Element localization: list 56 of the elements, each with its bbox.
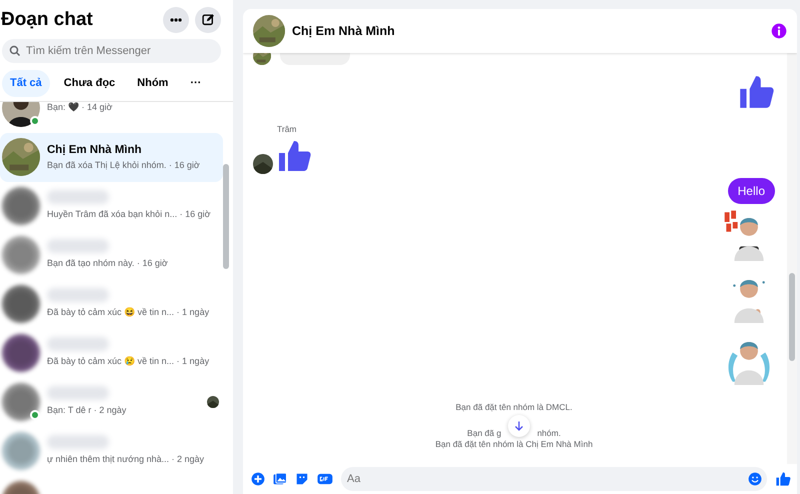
more-button[interactable] bbox=[163, 6, 189, 32]
scroll-down-button[interactable] bbox=[508, 415, 530, 437]
sticker-icon[interactable] bbox=[295, 472, 309, 486]
avatar bbox=[2, 236, 40, 274]
conversation-item[interactable]: ự nhiên thêm thịt nướng nhà... · 2 ngày bbox=[0, 426, 223, 476]
system-message: Bạn đã đặt tên nhóm là Chị Em Nhà Mình bbox=[435, 440, 593, 448]
emoji-icon[interactable] bbox=[748, 472, 762, 486]
arrow-down-icon bbox=[513, 420, 526, 432]
filter-tab[interactable]: ··· bbox=[182, 70, 210, 96]
message-preview: Đã bày tỏ cảm xúc 😆 về tin n... · 1 ngày bbox=[47, 306, 210, 320]
chat-title: Chị Em Nhà Mình bbox=[292, 22, 396, 40]
sender-name: Trâm bbox=[277, 125, 298, 134]
conversation-item[interactable]: Đã bày tỏ cảm xúc 😢 về tin n... · 1 ngày bbox=[0, 328, 223, 378]
message-preview: ự nhiên thêm thịt nướng nhà... · 2 ngày bbox=[47, 453, 206, 466]
filter-tab[interactable]: Chưa đọc bbox=[56, 70, 124, 96]
avatar bbox=[2, 285, 40, 323]
conversation-item[interactable]: Bạn: 🖤 · 14 giờ bbox=[0, 102, 223, 132]
image-icon[interactable] bbox=[273, 472, 287, 486]
more-icon bbox=[170, 18, 182, 22]
scrollbar-thumb[interactable] bbox=[789, 273, 795, 361]
avatar bbox=[2, 383, 40, 421]
avatar bbox=[2, 187, 40, 225]
group-avatar bbox=[253, 15, 285, 47]
system-message: Bạn đã đặt tên nhóm là DMCL. bbox=[456, 402, 572, 411]
search-field[interactable]: Tìm kiếm trên Messenger bbox=[2, 39, 221, 63]
compose-icon bbox=[202, 13, 214, 26]
gif-icon[interactable] bbox=[317, 472, 333, 486]
like-icon[interactable] bbox=[775, 471, 791, 487]
conversation-name: Chị Em Nhà Mình bbox=[47, 142, 143, 158]
compose-button[interactable] bbox=[195, 6, 221, 32]
search-icon bbox=[9, 45, 21, 57]
conversation-item[interactable]: Đã bày tỏ cảm xúc 😆 về tin n... · 1 ngày bbox=[0, 280, 223, 328]
filter-tab[interactable]: Nhóm bbox=[129, 70, 176, 96]
avatar bbox=[2, 138, 40, 176]
message-field[interactable]: Aa bbox=[341, 467, 767, 491]
message-preview: Bạn: 🖤 · 14 giờ bbox=[47, 102, 114, 114]
conversation-item[interactable]: Bạn đã tạo nhóm này. · 16 giờ bbox=[0, 230, 223, 280]
scrollbar-thumb[interactable] bbox=[223, 164, 229, 268]
message-preview: Bạn đã tạo nhóm này. · 16 giờ bbox=[47, 257, 169, 270]
sender-avatar bbox=[253, 154, 273, 174]
conversation-item[interactable]: Bạn: T dê r · 2 ngày bbox=[0, 378, 223, 426]
message-bubble: Hello bbox=[728, 178, 775, 204]
avatar bbox=[2, 432, 40, 470]
filter-tab[interactable]: Tất cả bbox=[2, 70, 50, 96]
message-preview: Bạn đã xóa Thị Lệ khỏi nhóm. · 16 giờ bbox=[47, 158, 201, 172]
system-message: Bạn đã g bbox=[467, 428, 502, 437]
system-message: nhóm. bbox=[537, 428, 561, 437]
message-preview: Bạn: T dê r · 2 ngày bbox=[47, 404, 128, 418]
plus-icon[interactable] bbox=[251, 472, 265, 486]
avatar bbox=[2, 334, 40, 372]
info-icon[interactable] bbox=[771, 23, 787, 39]
message-preview: Đã bày tỏ cảm xúc 😢 về tin n... · 1 ngày bbox=[47, 355, 210, 368]
conversation-item[interactable]: Chị Em Nhà Mình Bạn đã xóa Thị Lệ khỏi nhóm. · 16 giờ bbox=[0, 132, 223, 182]
sidebar-title: Đoạn chat bbox=[1, 10, 93, 29]
conversation-item[interactable]: Huyền Trâm đã xóa bạn khỏi n... · 16 giờ bbox=[0, 182, 223, 230]
message-preview: Huyền Trâm đã xóa bạn khỏi n... · 16 giờ bbox=[47, 208, 212, 222]
